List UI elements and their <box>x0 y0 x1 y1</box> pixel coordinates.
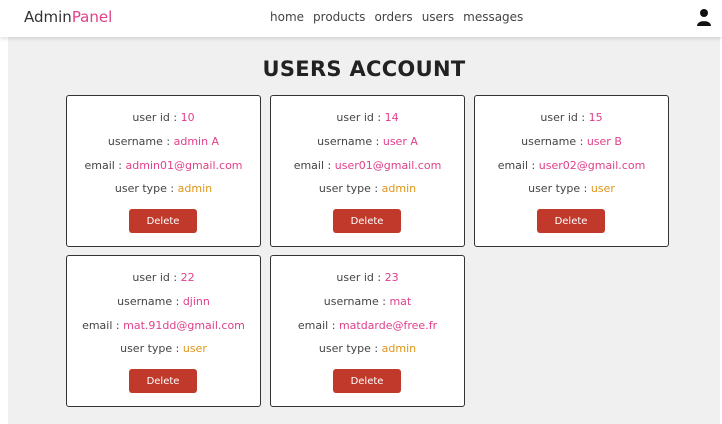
username-row: username : mat <box>271 295 464 308</box>
username-row: username : admin A <box>67 135 260 148</box>
logo-main: Admin <box>24 8 72 26</box>
user-id-label: user id : <box>336 111 385 124</box>
username-row: username : djinn <box>67 295 260 308</box>
page-title: USERS ACCOUNT <box>262 57 466 81</box>
user-type-row: user type : admin <box>271 342 464 355</box>
username-label: username : <box>107 135 174 148</box>
user-type-value: admin <box>177 182 213 195</box>
delete-button[interactable]: Delete <box>129 209 197 233</box>
delete-button[interactable]: Delete <box>129 369 197 393</box>
username-value: djinn <box>182 295 210 308</box>
user-type-value: user <box>182 342 207 355</box>
delete-button[interactable]: Delete <box>333 369 401 393</box>
main-content: USERS ACCOUNT user id : 10 username : ad… <box>8 37 720 424</box>
user-icon[interactable] <box>696 8 712 26</box>
user-type-label: user type : <box>528 182 591 195</box>
user-type-value: admin <box>381 182 417 195</box>
user-type-label: user type : <box>120 342 183 355</box>
user-id-value: 15 <box>588 111 603 124</box>
username-value: admin A <box>173 135 220 148</box>
user-card: user id : 23 username : mat email : matd… <box>270 255 465 407</box>
username-label: username : <box>521 135 587 148</box>
user-id-label: user id : <box>336 271 385 284</box>
user-type-value: user <box>590 182 615 195</box>
user-type-row: user type : user <box>67 342 260 355</box>
user-type-row: user type : user <box>475 182 668 195</box>
email-value: user01@gmail.com <box>334 159 442 172</box>
delete-button[interactable]: Delete <box>333 209 401 233</box>
user-id-label: user id : <box>540 111 589 124</box>
header: AdminPanel home products orders users me… <box>0 0 722 37</box>
user-id-value: 14 <box>384 111 399 124</box>
user-type-row: user type : admin <box>67 182 260 195</box>
logo-accent: Panel <box>71 8 113 26</box>
email-row: email : user02@gmail.com <box>475 159 668 172</box>
username-value: user A <box>382 135 418 148</box>
user-id-label: user id : <box>132 271 181 284</box>
nav-home[interactable]: home <box>270 10 304 24</box>
username-label: username : <box>317 135 383 148</box>
user-id-value: 23 <box>384 271 399 284</box>
user-id-row: user id : 15 <box>475 111 668 124</box>
email-value: mat.91dd@gmail.com <box>123 319 245 332</box>
delete-button[interactable]: Delete <box>537 209 605 233</box>
user-type-label: user type : <box>318 182 382 195</box>
user-card: user id : 15 username : user B email : u… <box>474 95 669 247</box>
email-row: email : mat.91dd@gmail.com <box>67 319 260 332</box>
user-id-row: user id : 23 <box>271 271 464 284</box>
user-type-value: admin <box>381 342 417 355</box>
user-type-label: user type : <box>318 342 382 355</box>
email-label: email : <box>497 159 539 172</box>
main-nav: home products orders users messages <box>270 10 523 24</box>
user-card: user id : 10 username : admin A email : … <box>66 95 261 247</box>
user-type-row: user type : admin <box>271 182 464 195</box>
email-label: email : <box>82 319 124 332</box>
user-id-row: user id : 14 <box>271 111 464 124</box>
username-label: username : <box>323 295 390 308</box>
nav-orders[interactable]: orders <box>374 10 412 24</box>
user-card: user id : 22 username : djinn email : ma… <box>66 255 261 407</box>
nav-products[interactable]: products <box>313 10 365 24</box>
user-id-row: user id : 10 <box>67 111 260 124</box>
user-card: user id : 14 username : user A email : u… <box>270 95 465 247</box>
username-value: mat <box>389 295 412 308</box>
nav-users[interactable]: users <box>422 10 454 24</box>
username-row: username : user A <box>271 135 464 148</box>
email-row: email : user01@gmail.com <box>271 159 464 172</box>
email-row: email : matdarde@free.fr <box>271 319 464 332</box>
email-value: admin01@gmail.com <box>125 159 243 172</box>
email-label: email : <box>293 159 335 172</box>
user-type-label: user type : <box>114 182 178 195</box>
nav-messages[interactable]: messages <box>463 10 523 24</box>
email-row: email : admin01@gmail.com <box>67 159 260 172</box>
user-id-row: user id : 22 <box>67 271 260 284</box>
user-id-value: 10 <box>180 111 195 124</box>
user-id-value: 22 <box>180 271 195 284</box>
username-row: username : user B <box>475 135 668 148</box>
email-value: matdarde@free.fr <box>338 319 438 332</box>
logo[interactable]: AdminPanel <box>24 8 112 26</box>
email-label: email : <box>297 319 339 332</box>
user-id-label: user id : <box>132 111 181 124</box>
username-value: user B <box>586 135 622 148</box>
username-label: username : <box>117 295 183 308</box>
email-value: user02@gmail.com <box>538 159 646 172</box>
email-label: email : <box>84 159 126 172</box>
